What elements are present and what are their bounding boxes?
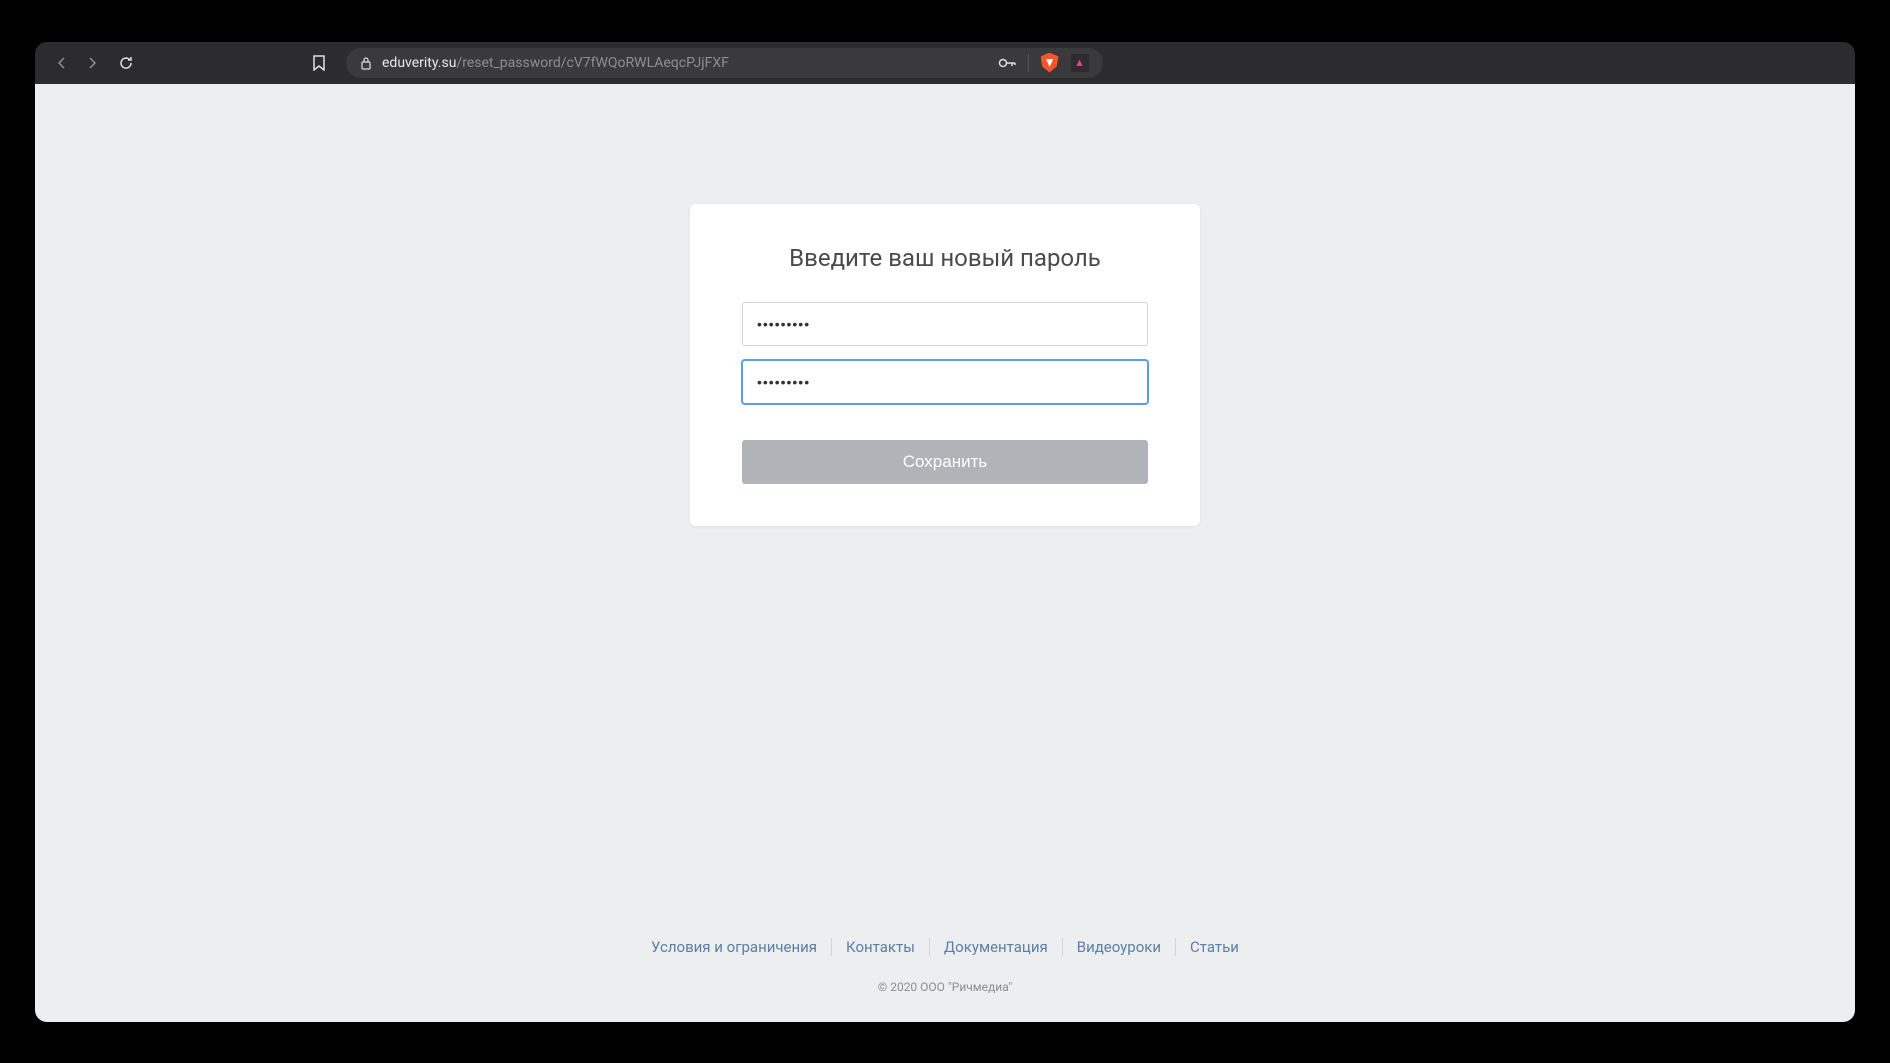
reload-icon — [118, 55, 134, 71]
confirm-password-field[interactable] — [742, 360, 1148, 404]
footer-link-contacts[interactable]: Контакты — [832, 938, 930, 956]
reset-password-card: Введите ваш новый пароль Сохранить — [690, 204, 1200, 526]
browser-chrome: eduverity.su/reset_password/cV7fWQoRWLAe… — [35, 42, 1855, 84]
new-password-field[interactable] — [742, 302, 1148, 346]
address-bar-right: ▲ — [998, 53, 1089, 73]
brave-shield-icon[interactable] — [1041, 53, 1059, 73]
key-icon[interactable] — [998, 58, 1016, 68]
nav-back-button[interactable] — [51, 52, 73, 74]
nav-forward-button[interactable] — [81, 52, 103, 74]
page-footer: Условия и ограничения Контакты Документа… — [35, 938, 1855, 994]
footer-link-videos[interactable]: Видеоуроки — [1063, 938, 1176, 956]
footer-link-terms[interactable]: Условия и ограничения — [637, 938, 832, 956]
card-title: Введите ваш новый пароль — [789, 244, 1101, 272]
footer-link-articles[interactable]: Статьи — [1176, 938, 1253, 956]
save-button[interactable]: Сохранить — [742, 440, 1148, 484]
bookmark-icon — [312, 55, 326, 71]
bookmark-button[interactable] — [308, 52, 330, 74]
address-bar[interactable]: eduverity.su/reset_password/cV7fWQoRWLAe… — [346, 48, 1103, 78]
copyright-text: © 2020 ООО "Ричмедиа" — [878, 980, 1012, 994]
page-content: Введите ваш новый пароль Сохранить Услов… — [35, 84, 1855, 1022]
footer-links: Условия и ограничения Контакты Документа… — [637, 938, 1253, 956]
url-path: /reset_password/cV7fWQoRWLAeqcPJjFXF — [456, 55, 728, 71]
url-domain: eduverity.su — [382, 55, 456, 71]
divider — [1028, 54, 1029, 72]
lock-icon — [360, 56, 372, 70]
footer-link-docs[interactable]: Документация — [930, 938, 1063, 956]
reload-button[interactable] — [115, 52, 137, 74]
url-text: eduverity.su/reset_password/cV7fWQoRWLAe… — [382, 55, 729, 71]
forward-arrow-icon — [86, 57, 98, 69]
back-arrow-icon — [56, 57, 68, 69]
browser-window: eduverity.su/reset_password/cV7fWQoRWLAe… — [35, 42, 1855, 1022]
extension-icon[interactable]: ▲ — [1071, 54, 1089, 72]
